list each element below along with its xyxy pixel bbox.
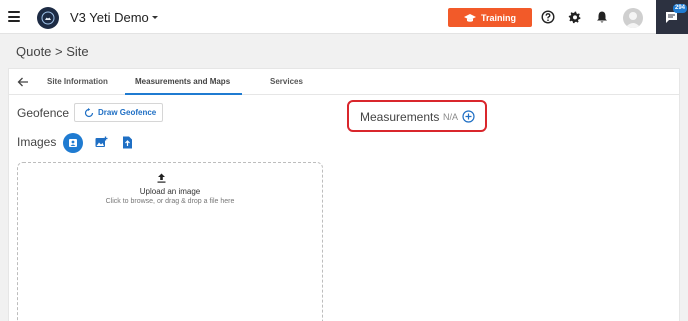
- geofence-label: Geofence: [17, 106, 70, 120]
- chat-count-badge: 294: [673, 4, 688, 13]
- back-arrow-icon[interactable]: [17, 76, 29, 88]
- training-button[interactable]: Training: [448, 8, 532, 27]
- draw-geofence-label: Draw Geofence: [98, 108, 157, 117]
- top-bar: V3 Yeti Demo Training 294: [0, 0, 688, 34]
- upload-icon: [157, 173, 166, 183]
- upload-subtitle: Click to browse, or drag & drop a file h…: [105, 198, 235, 205]
- measurements-section: Measurements N/A: [347, 100, 487, 132]
- avatar[interactable]: [623, 8, 643, 28]
- chevron-down-icon[interactable]: [150, 12, 160, 22]
- menu-icon[interactable]: [8, 11, 20, 22]
- tab-site-information[interactable]: Site Information: [47, 77, 108, 86]
- upload-title: Upload an image: [139, 187, 201, 196]
- gear-icon[interactable]: [568, 10, 582, 24]
- images-label: Images: [17, 135, 57, 149]
- image-gallery-button[interactable]: [63, 133, 83, 153]
- chat-panel[interactable]: 294: [656, 0, 688, 34]
- measurements-value: N/A: [443, 112, 459, 122]
- training-label: Training: [480, 12, 516, 23]
- help-icon[interactable]: [541, 10, 555, 24]
- upload-file-icon[interactable]: [121, 136, 134, 149]
- tab-measurements-and-maps[interactable]: Measurements and Maps: [135, 77, 230, 86]
- user-image-icon: [69, 139, 77, 147]
- add-image-icon[interactable]: [95, 136, 108, 149]
- image-dropzone[interactable]: [17, 162, 323, 321]
- measurements-label: Measurements: [360, 110, 440, 124]
- add-circle-icon[interactable]: [462, 110, 475, 123]
- logo-icon[interactable]: [37, 7, 59, 29]
- graduation-cap-icon: [463, 13, 476, 22]
- active-tab-indicator: [125, 93, 242, 95]
- bell-icon[interactable]: [595, 10, 609, 24]
- refresh-icon: [84, 107, 94, 117]
- tab-services[interactable]: Services: [270, 77, 303, 86]
- content-card: Site Information Measurements and Maps S…: [8, 68, 680, 321]
- tab-bar: Site Information Measurements and Maps S…: [9, 69, 679, 95]
- draw-geofence-button[interactable]: Draw Geofence: [74, 103, 163, 122]
- breadcrumb: Quote > Site: [16, 44, 89, 59]
- app-title[interactable]: V3 Yeti Demo: [70, 10, 149, 25]
